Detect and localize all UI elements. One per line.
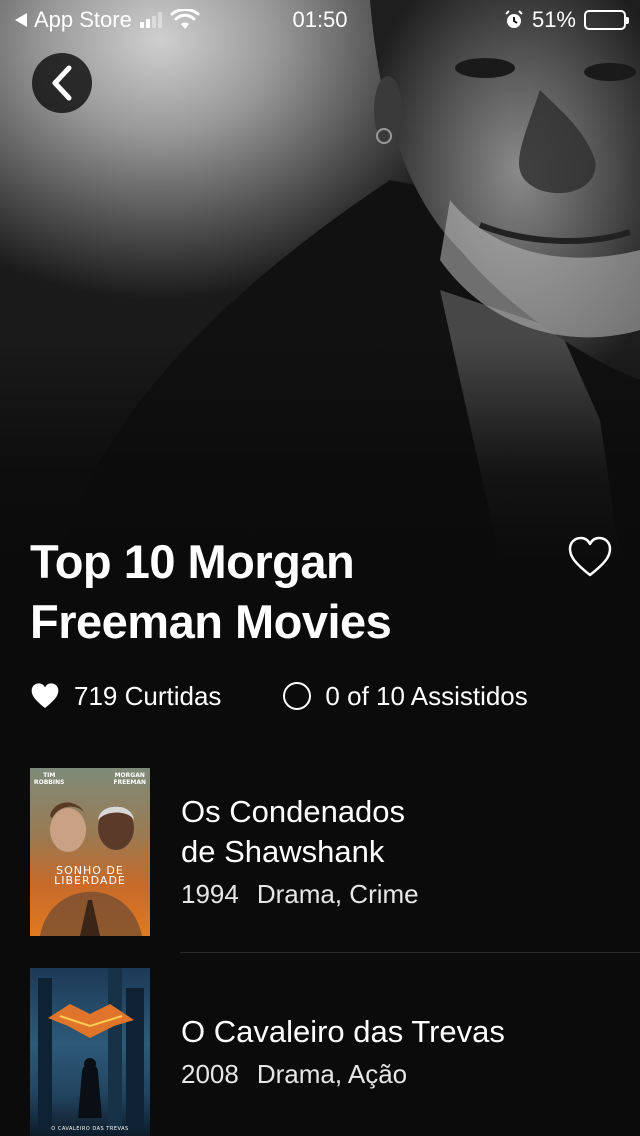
- poster-bottom-text: O CAVALEIRO DAS TREVAS: [51, 1126, 129, 1132]
- movie-year: 1994: [181, 879, 239, 909]
- movie-info: O Cavaleiro das Trevas 2008 Drama, Ação: [181, 1012, 611, 1094]
- likes-stat: 719 Curtidas: [30, 681, 221, 712]
- back-triangle-icon: [15, 13, 27, 27]
- status-right: 51%: [504, 7, 629, 33]
- movie-title-line1: Os Condenados: [181, 794, 406, 829]
- heart-filled-icon: [31, 683, 59, 708]
- battery-percent: 51%: [531, 7, 576, 32]
- movie-item[interactable]: TIM ROBBINS MORGAN FREEMAN SONHO DE LIBE…: [0, 768, 640, 968]
- poster-art: [40, 802, 142, 936]
- favorite-button[interactable]: [568, 536, 612, 578]
- movie-title-line2: de Shawshank: [181, 834, 385, 869]
- status-left: App Store: [14, 7, 200, 33]
- poster-top-right-text: MORGAN FREEMAN: [113, 772, 146, 786]
- movie-title: O Cavaleiro das Trevas: [181, 1014, 505, 1049]
- movie-info: Os Condenados de Shawshank 1994 Drama, C…: [181, 792, 611, 914]
- wifi-icon: [170, 9, 200, 29]
- poster-art: [38, 968, 144, 1128]
- movie-genres: Drama, Crime: [256, 879, 419, 909]
- heart-outline-icon: [568, 536, 612, 577]
- movie-meta: 1994 Drama, Crime: [181, 874, 611, 914]
- watched-stat: 0 of 10 Assistidos: [283, 680, 528, 712]
- circle-outline-icon: [283, 682, 312, 710]
- hero-fade: [0, 340, 640, 560]
- poster-title-text: SONHO DE LIBERDADE: [54, 864, 126, 887]
- page-title-line2: Freeman Movies: [30, 595, 392, 648]
- movie-item[interactable]: O CAVALEIRO DAS TREVAS O Cavaleiro das T…: [0, 952, 640, 1136]
- signal-icon: [139, 12, 162, 28]
- movie-list: TIM ROBBINS MORGAN FREEMAN SONHO DE LIBE…: [0, 768, 640, 1136]
- movie-genres: Drama, Ação: [256, 1059, 408, 1089]
- back-to-app-label: App Store: [34, 7, 132, 32]
- likes-count: 719 Curtidas: [74, 680, 222, 711]
- poster-top-left-text: TIM ROBBINS: [34, 772, 65, 786]
- screen: App Store 01:50 51% Top 10 Morgan Freema…: [0, 0, 640, 1136]
- movie-title: Os Condenados de Shawshank: [181, 792, 611, 872]
- back-button[interactable]: [32, 53, 92, 113]
- movie-year: 2008: [181, 1059, 239, 1089]
- alarm-icon: [505, 10, 523, 28]
- status-bar: App Store 01:50 51%: [0, 0, 640, 40]
- watched-count: 0 of 10 Assistidos: [325, 680, 528, 711]
- back-to-app-button[interactable]: App Store: [14, 7, 132, 33]
- movie-poster[interactable]: O CAVALEIRO DAS TREVAS: [30, 968, 150, 1136]
- movie-poster[interactable]: TIM ROBBINS MORGAN FREEMAN SONHO DE LIBE…: [30, 768, 150, 936]
- hero-image: [0, 0, 640, 560]
- list-stats: 719 Curtidas 0 of 10 Assistidos: [30, 676, 528, 716]
- battery-icon: [584, 10, 629, 30]
- page-title: Top 10 Morgan Freeman Movies: [30, 532, 530, 652]
- page-title-line1: Top 10 Morgan: [30, 535, 355, 588]
- chevron-left-icon: [52, 65, 72, 101]
- movie-meta: 2008 Drama, Ação: [181, 1054, 611, 1094]
